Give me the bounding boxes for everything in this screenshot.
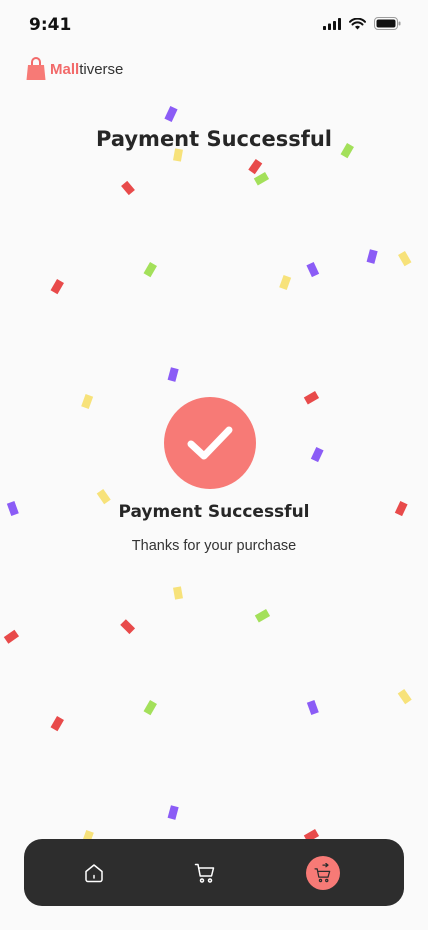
confetti-piece — [81, 394, 94, 410]
confetti-piece — [306, 700, 319, 716]
confetti-piece — [173, 586, 183, 600]
confetti-piece — [306, 261, 320, 278]
confetti-piece — [303, 391, 320, 405]
bottom-nav — [24, 839, 404, 906]
nav-checkout-button[interactable] — [306, 856, 340, 890]
home-icon — [85, 864, 103, 883]
confetti-piece — [120, 619, 136, 635]
confetti-piece — [310, 446, 324, 463]
success-heading: Payment Successful — [118, 502, 310, 522]
confetti-piece — [366, 249, 378, 264]
confetti-piece — [397, 688, 412, 705]
confetti-piece — [398, 250, 412, 267]
nav-cart-button[interactable] — [187, 855, 223, 891]
cart-icon — [194, 863, 215, 883]
confetti-piece — [50, 715, 64, 732]
checkout-cart-icon — [314, 863, 331, 883]
confetti-piece — [167, 367, 179, 382]
success-message: Thanks for your purchase — [131, 538, 297, 554]
confetti-piece — [164, 105, 178, 123]
confetti-piece — [254, 609, 271, 623]
confetti-piece — [248, 158, 263, 175]
checkmark-icon — [187, 426, 233, 460]
confetti-piece — [143, 699, 157, 716]
confetti-piece — [50, 278, 64, 295]
nav-home-button[interactable] — [76, 855, 112, 891]
confetti-piece — [253, 172, 270, 186]
confetti-piece — [143, 261, 157, 278]
confetti-piece — [279, 275, 292, 291]
confetti-piece — [121, 180, 135, 196]
confetti-piece — [3, 629, 20, 644]
page-title: Payment Successful — [96, 127, 332, 151]
confetti-piece — [167, 805, 179, 820]
success-badge — [164, 397, 256, 489]
